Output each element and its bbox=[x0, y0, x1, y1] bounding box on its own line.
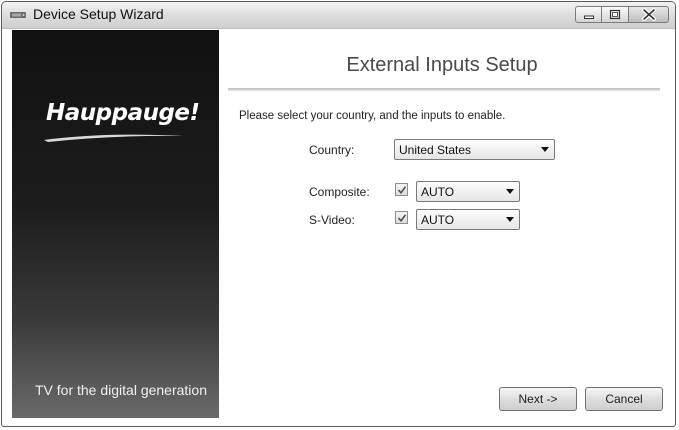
country-label: Country: bbox=[309, 143, 355, 157]
window-title: Device Setup Wizard bbox=[33, 6, 164, 22]
close-icon bbox=[642, 8, 656, 21]
minimize-icon bbox=[584, 15, 594, 19]
composite-select[interactable]: AUTO bbox=[416, 181, 520, 202]
maximize-button[interactable] bbox=[602, 6, 629, 23]
title-bar[interactable]: Device Setup Wizard bbox=[2, 2, 675, 29]
maximize-icon bbox=[609, 9, 621, 20]
checkmark-icon bbox=[397, 186, 407, 195]
title-divider bbox=[228, 88, 660, 91]
svideo-select-value: AUTO bbox=[421, 213, 455, 227]
logo-swoosh bbox=[44, 134, 184, 142]
svideo-select[interactable]: AUTO bbox=[416, 209, 520, 230]
checkmark-icon bbox=[397, 214, 407, 223]
cancel-button[interactable]: Cancel bbox=[585, 387, 663, 411]
composite-select-value: AUTO bbox=[421, 185, 455, 199]
svideo-label: S-Video: bbox=[309, 213, 355, 227]
tagline: TV for the digital generation bbox=[35, 382, 207, 398]
instruction-text: Please select your country, and the inpu… bbox=[239, 110, 506, 122]
brand-sidebar: Hauppauge! TV for the digital generation bbox=[12, 30, 219, 418]
country-select-value: United States bbox=[399, 143, 472, 157]
chevron-down-icon bbox=[541, 147, 549, 152]
composite-label: Composite: bbox=[309, 185, 370, 199]
tv-tuner-icon bbox=[10, 12, 26, 18]
close-button[interactable] bbox=[629, 6, 669, 23]
next-button[interactable]: Next -> bbox=[499, 387, 577, 411]
brand-logo: Hauppauge! bbox=[46, 100, 200, 126]
svideo-checkbox[interactable] bbox=[395, 211, 408, 224]
country-select[interactable]: United States bbox=[394, 139, 555, 160]
wizard-window: Device Setup Wizard Hauppauge! TV for th… bbox=[1, 1, 676, 427]
chevron-down-icon bbox=[506, 189, 514, 194]
chevron-down-icon bbox=[506, 217, 514, 222]
page-title: External Inputs Setup bbox=[346, 54, 538, 76]
composite-checkbox[interactable] bbox=[395, 183, 408, 196]
minimize-button[interactable] bbox=[575, 6, 602, 23]
